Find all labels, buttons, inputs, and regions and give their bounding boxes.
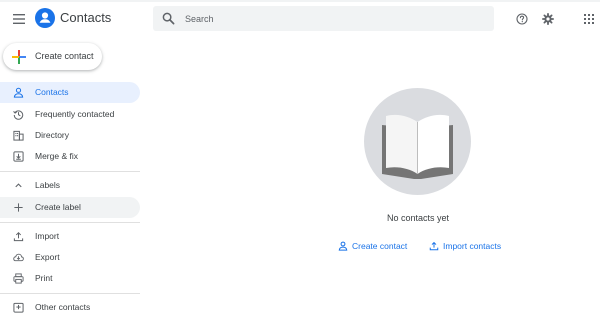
sidebar-item-label: Import <box>35 231 60 241</box>
empty-state-illustration <box>364 88 471 195</box>
search-input[interactable] <box>185 10 485 27</box>
sidebar-item-frequently-contacted[interactable]: Frequently contacted <box>0 104 140 125</box>
multicolor-plus-icon <box>12 50 26 64</box>
chevron-up-icon <box>15 183 22 188</box>
labels-section-heading: Labels <box>35 180 61 190</box>
create-contact-button[interactable]: Create contact <box>3 43 102 70</box>
upload-icon <box>429 241 439 251</box>
sidebar-item-directory[interactable]: Directory <box>0 125 140 146</box>
labels-section-toggle[interactable]: Labels <box>0 175 140 196</box>
create-label-text: Create label <box>35 202 81 212</box>
directory-icon <box>13 130 24 141</box>
other-contacts-icon <box>13 302 24 313</box>
main-menu-button[interactable] <box>10 10 28 28</box>
sidebar-item-contacts[interactable]: Contacts <box>0 82 140 103</box>
person-icon <box>13 87 24 98</box>
help-icon <box>516 13 528 25</box>
person-icon <box>338 241 348 251</box>
open-book-icon <box>382 114 453 179</box>
contacts-logo-icon[interactable] <box>35 8 55 28</box>
settings-button[interactable] <box>541 12 555 26</box>
sidebar-item-label: Frequently contacted <box>35 109 115 119</box>
search-icon[interactable] <box>162 12 175 25</box>
create-contact-link-label: Create contact <box>352 241 408 251</box>
sidebar-item-other-contacts[interactable]: Other contacts <box>0 297 140 318</box>
import-contacts-link[interactable]: Import contacts <box>429 239 501 253</box>
sidebar-item-label: Print <box>35 273 53 283</box>
sidebar-item-import[interactable]: Import <box>0 226 140 247</box>
create-contact-link[interactable]: Create contact <box>338 239 407 253</box>
sidebar-divider <box>0 293 140 294</box>
sidebar-item-print[interactable]: Print <box>0 268 140 289</box>
print-icon <box>13 273 24 284</box>
import-contacts-link-label: Import contacts <box>443 241 502 251</box>
search-bar[interactable] <box>153 6 494 31</box>
sidebar-item-label: Other contacts <box>35 302 91 312</box>
create-contact-label: Create contact <box>35 51 94 61</box>
apps-launcher-button[interactable] <box>582 12 596 26</box>
sidebar-item-merge-fix[interactable]: Merge & fix <box>0 146 140 167</box>
apps-grid-icon <box>584 14 594 24</box>
sidebar-item-label: Export <box>35 252 60 262</box>
create-label-button[interactable]: Create label <box>0 197 140 218</box>
empty-state-message: No contacts yet <box>386 213 450 223</box>
cloud-download-icon <box>13 253 24 262</box>
top-border <box>0 0 600 2</box>
history-icon <box>13 110 24 120</box>
sidebar-item-label: Merge & fix <box>35 151 78 161</box>
sidebar-item-label: Directory <box>35 130 70 140</box>
hamburger-menu-icon <box>13 14 25 24</box>
sidebar-divider <box>0 222 140 223</box>
sidebar-item-label: Contacts <box>35 87 69 97</box>
sidebar-item-export[interactable]: Export <box>0 247 140 268</box>
gear-icon <box>542 13 554 25</box>
upload-icon <box>13 232 24 242</box>
plus-icon <box>14 203 23 212</box>
help-button[interactable] <box>515 12 529 26</box>
sidebar-divider <box>0 171 140 172</box>
app-title: Contacts <box>60 10 112 25</box>
merge-icon <box>13 151 24 162</box>
